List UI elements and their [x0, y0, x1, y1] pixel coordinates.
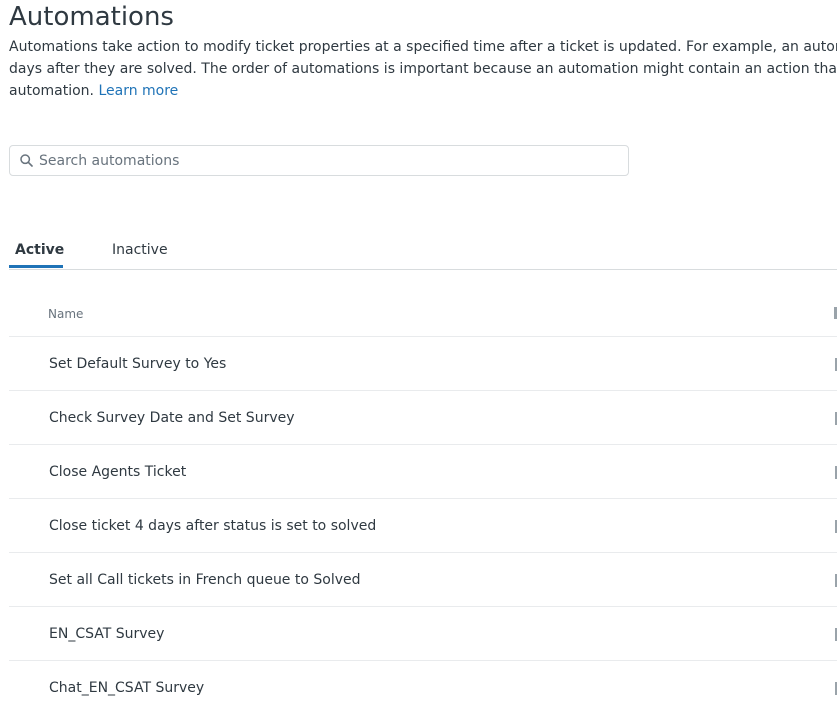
automation-name[interactable]: EN_CSAT Survey — [49, 626, 164, 642]
automation-name[interactable]: Set Default Survey to Yes — [49, 356, 226, 372]
tab-inactive[interactable]: Inactive — [112, 242, 168, 258]
automation-name[interactable]: Close Agents Ticket — [49, 464, 186, 480]
search-input[interactable] — [39, 152, 599, 169]
table-row[interactable]: Check Survey Date and Set Survey — [9, 391, 837, 445]
table-row[interactable]: Set all Call tickets in French queue to … — [9, 553, 837, 607]
tab-active[interactable]: Active — [15, 242, 64, 258]
description-line: days after they are solved. The order of… — [9, 61, 837, 77]
learn-more-link[interactable]: Learn more — [98, 83, 178, 99]
automations-table: Name Set Default Survey to Yes Check Sur… — [9, 291, 837, 704]
automation-name[interactable]: Set all Call tickets in French queue to … — [49, 572, 361, 588]
automation-name[interactable]: Check Survey Date and Set Survey — [49, 410, 295, 426]
column-header-name[interactable]: Name — [48, 307, 83, 321]
search-box[interactable] — [9, 145, 629, 176]
table-row[interactable]: Set Default Survey to Yes — [9, 337, 837, 391]
automations-page: Automations Automations take action to m… — [0, 0, 837, 704]
description-line: automation. Learn more — [9, 80, 837, 102]
tab-bar: Active Inactive — [9, 238, 837, 270]
description-text: automation. — [9, 83, 94, 99]
page-title: Automations — [9, 2, 174, 32]
search-icon — [20, 154, 33, 167]
description-line: Automations take action to modify ticket… — [9, 39, 837, 55]
automation-name[interactable]: Close ticket 4 days after status is set … — [49, 518, 376, 534]
table-row[interactable]: Chat_EN_CSAT Survey — [9, 661, 837, 704]
table-row[interactable]: Close ticket 4 days after status is set … — [9, 499, 837, 553]
table-row[interactable]: Close Agents Ticket — [9, 445, 837, 499]
automation-name[interactable]: Chat_EN_CSAT Survey — [49, 680, 204, 696]
table-header: Name — [9, 291, 837, 337]
table-row[interactable]: EN_CSAT Survey — [9, 607, 837, 661]
page-description: Automations take action to modify ticket… — [9, 36, 837, 102]
tab-active-indicator — [9, 265, 63, 268]
